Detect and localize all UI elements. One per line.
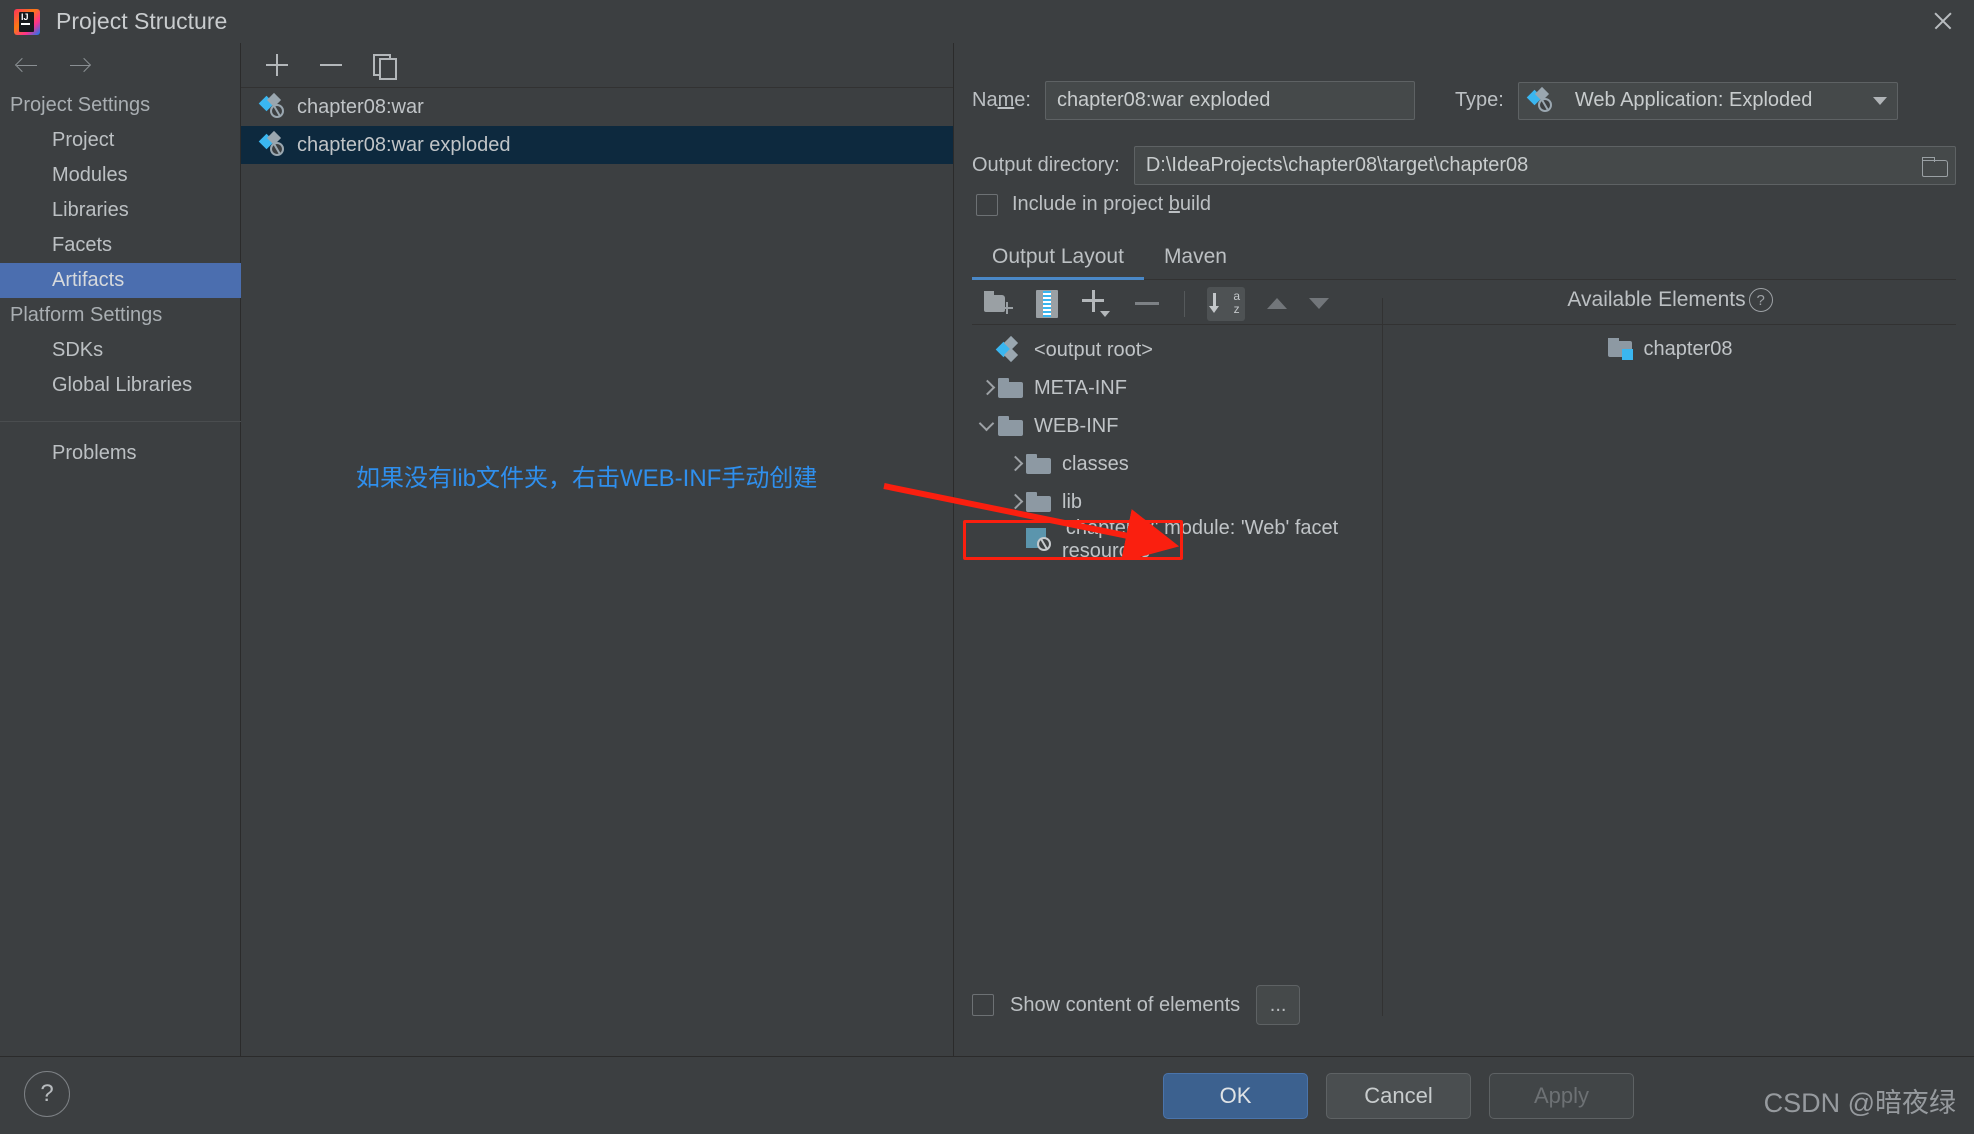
available-elements-list: chapter08 bbox=[1384, 330, 1956, 368]
include-in-build-label: Include in project build bbox=[1012, 193, 1211, 216]
artifact-diamond-icon bbox=[998, 338, 1024, 362]
available-elements-title: Available Elements bbox=[1567, 288, 1745, 312]
tab-maven[interactable]: Maven bbox=[1144, 239, 1247, 279]
sidebar-group-platform-settings: Platform Settings bbox=[0, 298, 241, 333]
module-folder-icon bbox=[1608, 338, 1634, 360]
settings-sidebar: Project Settings Project Modules Librari… bbox=[0, 43, 241, 1056]
tree-twisty-none bbox=[976, 339, 998, 361]
dialog-footer: ? OK Cancel Apply CSDN @暗夜绿 bbox=[0, 1056, 1974, 1134]
toolbar-divider bbox=[1184, 291, 1185, 317]
tree-row[interactable]: <output root> bbox=[972, 331, 1382, 369]
sidebar-item-libraries[interactable]: Libraries bbox=[0, 193, 241, 228]
annotation-arrow-icon bbox=[880, 478, 1200, 558]
title-bar: IJ Project Structure bbox=[0, 0, 1974, 43]
chevron-right-icon[interactable] bbox=[1004, 453, 1026, 475]
tree-row-label: META-INF bbox=[1034, 377, 1127, 400]
web-application-icon bbox=[1529, 89, 1555, 113]
sidebar-group-project-settings: Project Settings bbox=[0, 88, 241, 123]
tree-row-label: <output root> bbox=[1034, 339, 1153, 362]
list-item-label: chapter08:war exploded bbox=[297, 134, 510, 157]
artifacts-toolbar bbox=[241, 43, 953, 88]
folder-icon bbox=[998, 378, 1024, 398]
show-content-checkbox[interactable] bbox=[972, 994, 994, 1016]
minus-icon[interactable] bbox=[1132, 290, 1162, 318]
folder-icon bbox=[1026, 454, 1052, 474]
include-in-build-checkbox[interactable] bbox=[976, 194, 998, 216]
tree-row-label: classes bbox=[1062, 453, 1129, 476]
new-folder-icon[interactable] bbox=[984, 291, 1014, 317]
list-item[interactable]: chapter08 bbox=[1384, 330, 1956, 368]
sidebar-item-modules[interactable]: Modules bbox=[0, 158, 241, 193]
tab-output-layout[interactable]: Output Layout bbox=[972, 239, 1144, 279]
chevron-down-icon[interactable] bbox=[976, 415, 998, 437]
close-icon[interactable] bbox=[1930, 8, 1956, 34]
arrow-right-icon[interactable] bbox=[67, 53, 93, 79]
artifacts-list-pane: chapter08:war chapter08:war exploded bbox=[241, 43, 954, 1056]
include-in-build-row: Include in project build bbox=[976, 193, 1211, 216]
war-artifact-icon bbox=[261, 95, 287, 119]
question-mark-icon[interactable]: ? bbox=[24, 1071, 70, 1117]
window-title: Project Structure bbox=[56, 8, 227, 35]
intellij-logo-icon: IJ bbox=[14, 9, 40, 35]
cancel-button[interactable]: Cancel bbox=[1326, 1073, 1471, 1119]
toolbar-rule bbox=[1382, 324, 1956, 325]
artifact-type-value: Web Application: Exploded bbox=[1575, 89, 1813, 112]
name-type-row: Name: Type: Web Application: Exploded bbox=[972, 81, 1956, 120]
layout-toolbar: az bbox=[972, 283, 1382, 325]
output-directory-row: Output directory: bbox=[972, 146, 1956, 185]
list-item-label: chapter08 bbox=[1644, 338, 1733, 361]
sidebar-item-artifacts[interactable]: Artifacts bbox=[0, 263, 241, 298]
triangle-up-icon[interactable] bbox=[1267, 298, 1287, 309]
output-directory-input[interactable] bbox=[1134, 146, 1956, 185]
war-exploded-artifact-icon bbox=[261, 133, 287, 157]
arrow-left-icon[interactable] bbox=[14, 53, 40, 79]
plus-icon[interactable] bbox=[263, 51, 291, 79]
folder-icon bbox=[998, 416, 1024, 436]
annotation-text: 如果没有lib文件夹，右击WEB-INF手动创建 bbox=[356, 458, 817, 493]
sidebar-item-problems[interactable]: Problems bbox=[0, 436, 241, 471]
type-label: Type: bbox=[1455, 89, 1504, 112]
list-item[interactable]: chapter08:war bbox=[241, 88, 953, 126]
chevron-down-icon[interactable] bbox=[1873, 97, 1887, 105]
project-structure-dialog: IJ Project Structure Project Settings Pr… bbox=[0, 0, 1974, 1134]
logo-text: IJ bbox=[21, 13, 29, 22]
available-elements-header: Available Elements ? bbox=[1384, 288, 1956, 312]
footer-buttons: OK Cancel Apply bbox=[1163, 1073, 1634, 1119]
tree-row-label: WEB-INF bbox=[1034, 415, 1118, 438]
triangle-down-icon[interactable] bbox=[1309, 298, 1329, 309]
artifacts-list: chapter08:war chapter08:war exploded bbox=[241, 88, 953, 164]
artifact-name-input[interactable] bbox=[1045, 81, 1415, 120]
sort-az-icon[interactable]: az bbox=[1207, 287, 1245, 321]
sidebar-item-global-libraries[interactable]: Global Libraries bbox=[0, 368, 241, 403]
copy-icon[interactable] bbox=[371, 51, 399, 79]
show-content-label: Show content of elements bbox=[1010, 994, 1240, 1017]
list-item[interactable]: chapter08:war exploded bbox=[241, 126, 953, 164]
apply-button[interactable]: Apply bbox=[1489, 1073, 1634, 1119]
sidebar-divider bbox=[0, 421, 241, 422]
minus-icon[interactable] bbox=[317, 51, 345, 79]
detail-tabs: Output Layout Maven bbox=[972, 239, 1956, 280]
artifact-type-combo[interactable]: Web Application: Exploded bbox=[1518, 82, 1898, 120]
new-archive-icon[interactable] bbox=[1036, 290, 1058, 318]
name-label: Name: bbox=[972, 89, 1031, 112]
sidebar-item-sdks[interactable]: SDKs bbox=[0, 333, 241, 368]
more-options-button[interactable]: ... bbox=[1256, 985, 1300, 1025]
show-content-row: Show content of elements ... bbox=[972, 985, 1300, 1025]
folder-browse-icon[interactable] bbox=[1916, 149, 1952, 183]
tree-row[interactable]: WEB-INF bbox=[972, 407, 1382, 445]
chevron-right-icon[interactable] bbox=[976, 377, 998, 399]
tree-row[interactable]: META-INF bbox=[972, 369, 1382, 407]
sidebar-item-project[interactable]: Project bbox=[0, 123, 241, 158]
list-item-label: chapter08:war bbox=[297, 96, 424, 119]
output-directory-label: Output directory: bbox=[972, 154, 1120, 177]
sidebar-item-facets[interactable]: Facets bbox=[0, 228, 241, 263]
detail-vertical-divider bbox=[1382, 298, 1383, 1016]
watermark-text: CSDN @暗夜绿 bbox=[1764, 1081, 1956, 1120]
question-mark-icon[interactable]: ? bbox=[1749, 288, 1773, 312]
ok-button[interactable]: OK bbox=[1163, 1073, 1308, 1119]
plus-dropdown-icon[interactable] bbox=[1080, 290, 1110, 318]
nav-history-buttons bbox=[0, 43, 241, 88]
